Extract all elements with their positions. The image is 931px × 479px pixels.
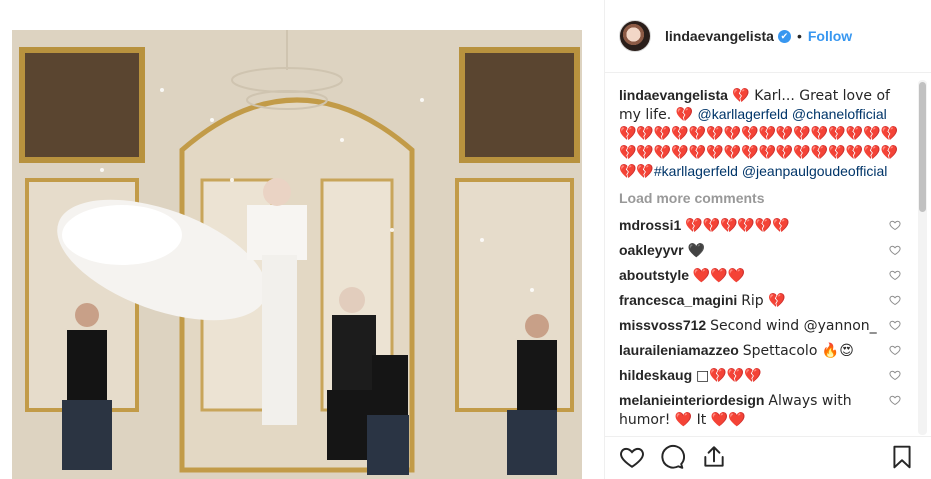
comment-username[interactable]: missvoss712: [619, 317, 706, 333]
comment-username[interactable]: hildeskaug: [619, 367, 692, 383]
comment-like-heart-icon[interactable]: [889, 369, 901, 381]
comment-like-heart-icon[interactable]: [889, 394, 901, 406]
verified-badge-icon: ✔: [777, 29, 791, 43]
post-actions: [619, 444, 919, 470]
comment-text: □💔💔💔: [696, 368, 762, 384]
comments-list: lindaevangelista 💔 Karl... Great love of…: [619, 86, 905, 431]
follow-button[interactable]: Follow: [808, 28, 852, 44]
comment-like-heart-icon[interactable]: [889, 244, 901, 256]
post-sidebar: linda​evangelista ✔ • Follow lindaevange…: [604, 0, 931, 479]
bookmark-icon: [893, 445, 911, 469]
comment-text: 💔💔💔💔💔💔: [685, 218, 790, 234]
comment-username[interactable]: aboutstyle: [619, 267, 689, 283]
comment-like-heart-icon[interactable]: [889, 219, 901, 231]
hashtag-link[interactable]: #karllagerfeld: [654, 163, 738, 179]
comment-button[interactable]: [659, 444, 685, 470]
scrollbar-thumb[interactable]: [919, 82, 926, 212]
heart-outline-icon: [620, 447, 644, 468]
header-divider: [605, 72, 931, 73]
comment-item: oakleyyvr 🖤: [619, 241, 905, 260]
comment-bubble-icon: [661, 444, 685, 469]
comment-username[interactable]: lauraileniamazzeo: [619, 342, 739, 358]
comment-username[interactable]: oakleyyvr: [619, 242, 684, 258]
share-icon: [704, 446, 724, 467]
comment-item: melanieinteriordesign Always with humor!…: [619, 391, 905, 429]
comment-like-heart-icon[interactable]: [889, 344, 901, 356]
comment-username[interactable]: mdrossi1: [619, 217, 681, 233]
save-button[interactable]: [889, 444, 915, 470]
comment-username[interactable]: melanieinteriordesign: [619, 392, 764, 408]
comment-text: Second wind @yannon_: [710, 318, 877, 334]
comment-text: Rip 💔: [741, 293, 786, 309]
comment-text: 🖤: [687, 243, 705, 259]
comment-item: francesca_magini Rip 💔: [619, 291, 905, 310]
post-header: linda​evangelista ✔ • Follow: [619, 16, 919, 56]
comment-item: missvoss712 Second wind @yannon_: [619, 316, 905, 335]
comment-like-heart-icon[interactable]: [889, 294, 901, 306]
load-more-comments-button[interactable]: Load more comments: [619, 189, 905, 207]
mention-link[interactable]: @karllagerfeld: [697, 106, 787, 122]
post-photo[interactable]: [12, 30, 582, 479]
comment-like-heart-icon[interactable]: [889, 319, 901, 331]
actions-divider: [605, 436, 931, 437]
comment-item: aboutstyle ❤️❤️❤️: [619, 266, 905, 285]
photo-illustration: [12, 30, 582, 479]
mention-link[interactable]: @jeanpaulgoudeofficial: [742, 163, 888, 179]
comment-username[interactable]: francesca_magini: [619, 292, 737, 308]
share-button[interactable]: [701, 444, 727, 470]
caption-username[interactable]: lindaevangelista: [619, 87, 728, 103]
comment-item: mdrossi1 💔💔💔💔💔💔: [619, 216, 905, 235]
comment-item: hildeskaug □💔💔💔: [619, 366, 905, 385]
post-caption: lindaevangelista 💔 Karl... Great love of…: [619, 86, 905, 181]
comment-like-heart-icon[interactable]: [889, 269, 901, 281]
avatar[interactable]: [619, 20, 651, 52]
mention-link[interactable]: @chanelofficial: [792, 106, 887, 122]
comments-scrollbar[interactable]: [918, 80, 927, 435]
comment-rows: mdrossi1 💔💔💔💔💔💔 oakleyyvr 🖤 aboutstyle ❤️❤…: [619, 216, 905, 429]
comment-item: lauraileniamazzeo Spettacolo 🔥😍: [619, 341, 905, 360]
comment-text: ❤️❤️❤️: [692, 268, 746, 284]
separator-dot: •: [796, 28, 802, 44]
like-button[interactable]: [619, 444, 645, 470]
author-username[interactable]: linda​evangelista: [665, 28, 774, 44]
comment-text: Spettacolo 🔥😍: [742, 343, 854, 359]
